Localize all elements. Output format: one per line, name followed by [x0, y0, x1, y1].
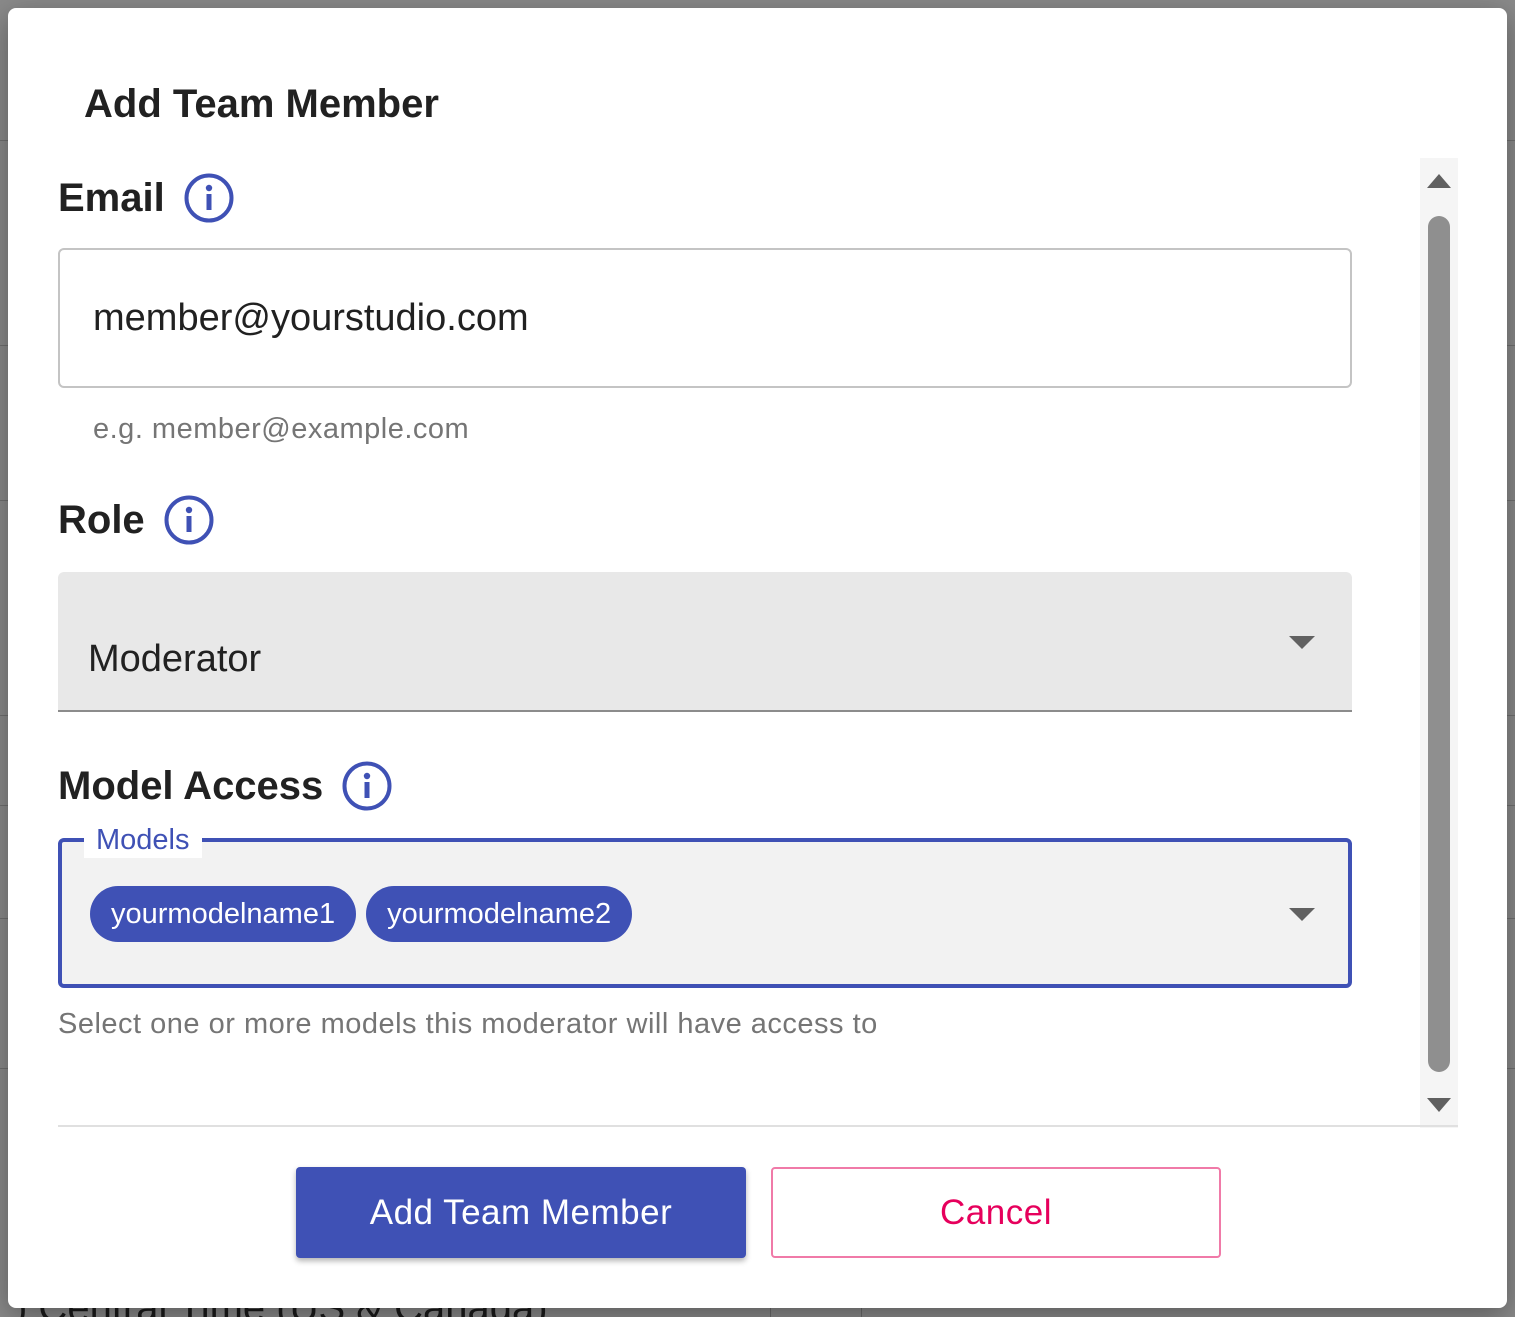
email-input[interactable]: [93, 288, 1273, 348]
info-icon[interactable]: [341, 760, 393, 812]
models-field-label: Models: [84, 822, 202, 858]
model-access-section-label: Model Access: [58, 760, 393, 812]
info-icon[interactable]: [163, 494, 215, 546]
dialog-content: Email e.g. member@example.com Role: [58, 158, 1418, 1123]
model-access-label: Model Access: [58, 763, 324, 808]
scrollbar-thumb[interactable]: [1428, 216, 1450, 1072]
chevron-down-icon: [1289, 636, 1315, 649]
model-chip[interactable]: yourmodelname2: [366, 886, 633, 942]
chevron-down-icon: [1289, 908, 1315, 921]
email-helper-text: e.g. member@example.com: [93, 413, 470, 445]
models-helper-text: Select one or more models this moderator…: [58, 1008, 878, 1040]
cancel-button[interactable]: Cancel: [771, 1167, 1221, 1258]
add-team-member-dialog: Add Team Member Email e.g. member@exampl…: [8, 8, 1507, 1308]
email-label: Email: [58, 175, 165, 220]
info-icon[interactable]: [183, 172, 235, 224]
dialog-scrollbar[interactable]: [1420, 158, 1458, 1128]
selected-models: yourmodelname1 yourmodelname2: [90, 886, 633, 942]
dialog-title: Add Team Member: [84, 82, 439, 126]
role-select-value: Moderator: [88, 638, 262, 680]
role-section-label: Role: [58, 494, 215, 546]
email-section-label: Email: [58, 172, 235, 224]
role-label: Role: [58, 497, 145, 542]
role-select[interactable]: Moderator: [58, 572, 1352, 712]
scroll-down-arrow-icon[interactable]: [1427, 1098, 1451, 1112]
scroll-up-arrow-icon[interactable]: [1427, 174, 1451, 188]
add-team-member-button[interactable]: Add Team Member: [296, 1167, 746, 1258]
email-field[interactable]: [58, 248, 1352, 388]
model-chip[interactable]: yourmodelname1: [90, 886, 357, 942]
actions-divider: [58, 1125, 1458, 1127]
models-multi-select[interactable]: Models yourmodelname1 yourmodelname2: [58, 822, 1352, 988]
